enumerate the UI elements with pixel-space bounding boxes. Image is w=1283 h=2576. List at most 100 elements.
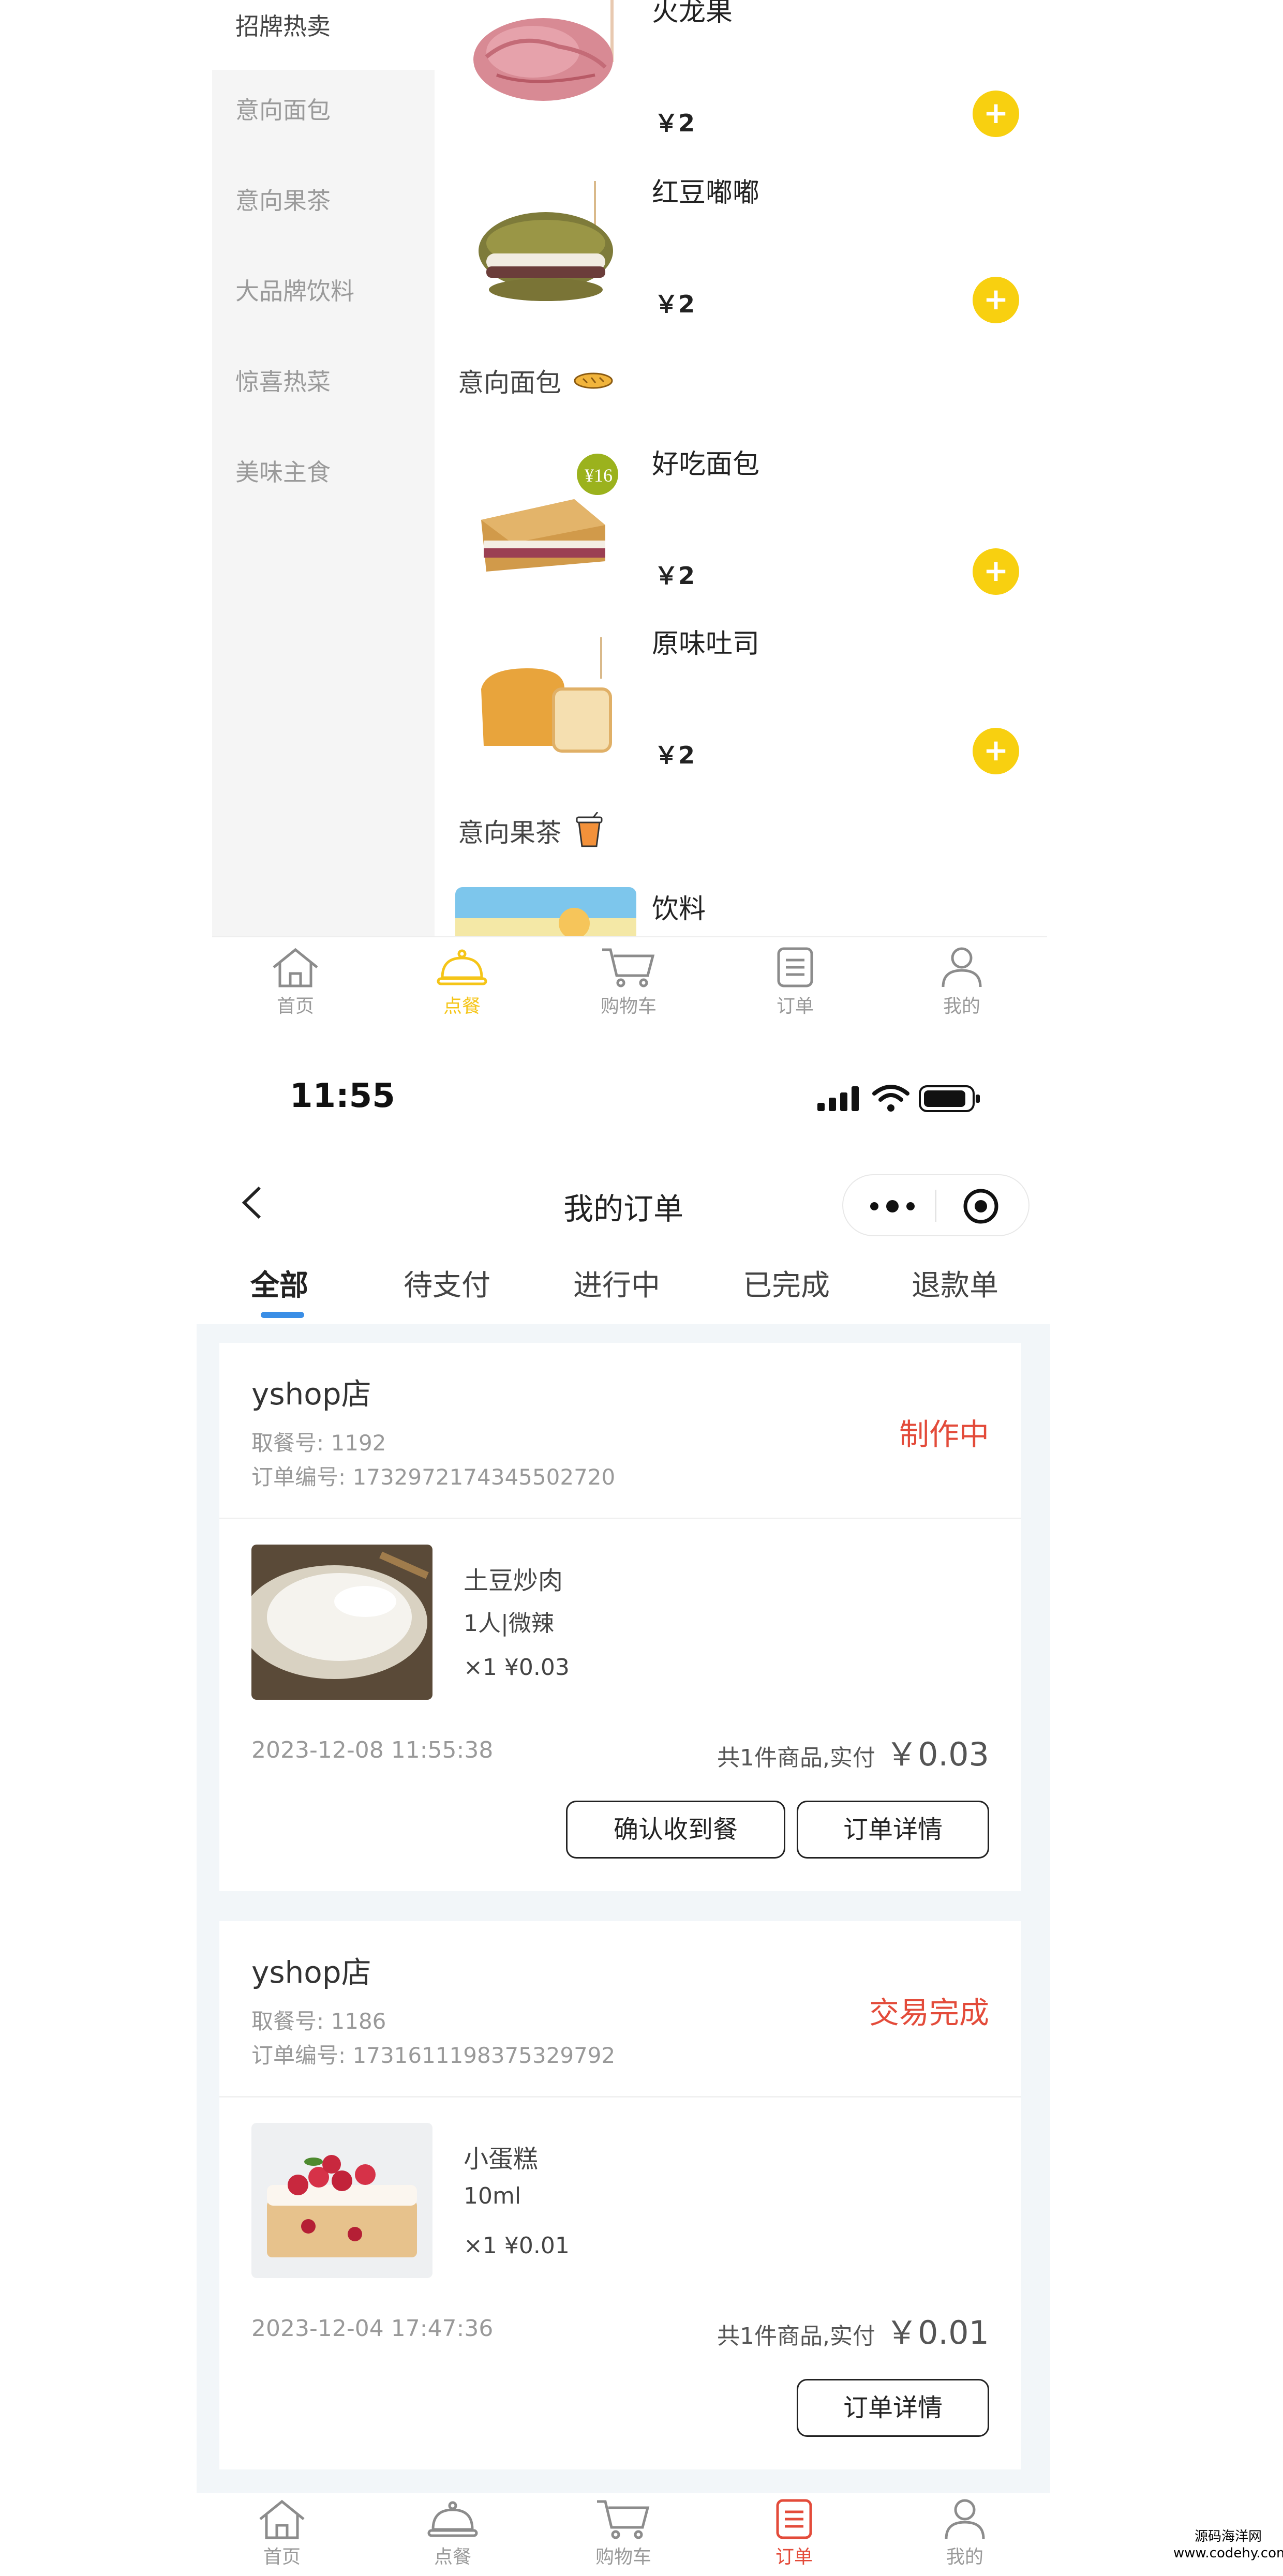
- tab-bar: 首页 点餐 购物车 订单 我的: [212, 936, 1047, 1029]
- cloche-icon: [427, 2501, 478, 2537]
- divider: [219, 1518, 1021, 1519]
- category-item-drinks[interactable]: 大品牌饮料: [212, 244, 435, 335]
- add-to-cart-button[interactable]: +: [973, 728, 1019, 774]
- order-number-label: 订单编号:: [251, 1464, 346, 1490]
- signal-icon: [817, 1086, 859, 1111]
- wifi-icon: [872, 1085, 909, 1112]
- battery-icon: [919, 1085, 980, 1112]
- order-card[interactable]: yshop店 取餐号: 1192 订单编号: 17329721743455027…: [219, 1343, 1021, 1891]
- goods-image: ¥16: [455, 442, 636, 613]
- product-quantity-price: ×1 ¥0.01: [464, 2233, 570, 2259]
- order-summary-text: 共1件商品,实付: [717, 1745, 875, 1771]
- tab-label: 首页: [263, 2547, 301, 2568]
- tab-in-progress[interactable]: 进行中: [573, 1262, 660, 1304]
- tab-orders[interactable]: 订单: [712, 937, 878, 1029]
- order-number: 订单编号: 1732972174345502720: [251, 1460, 615, 1491]
- order-card[interactable]: yshop店 取餐号: 1186 订单编号: 17316111983753297…: [219, 1921, 1021, 2469]
- order-time: 2023-12-04 17:47:36: [251, 2315, 494, 2342]
- product-image: [251, 1545, 432, 1700]
- pickup-value: 1186: [331, 2009, 386, 2034]
- order-list-icon: [777, 947, 813, 987]
- goods-item[interactable]: ¥16 好吃面包 ￥2 +: [455, 442, 1040, 613]
- cloche-icon: [437, 949, 487, 985]
- goods-item[interactable]: 饮料: [455, 887, 1040, 936]
- tab-mine[interactable]: 我的: [878, 937, 1045, 1029]
- user-icon: [945, 2499, 985, 2539]
- tab-order-food[interactable]: 点餐: [379, 937, 545, 1029]
- order-number-label: 订单编号:: [251, 2043, 346, 2068]
- pickup-number: 取餐号: 1186: [251, 2004, 386, 2035]
- watermark: 源码海洋网 www.codehy.com: [1173, 2528, 1283, 2562]
- order-total: ￥0.01: [885, 2314, 989, 2352]
- my-orders-screen: 11:55 我的 订单 全部 待支付 进行中 已完成 退款单 yshop店 取餐号…: [197, 1055, 1050, 2576]
- shop-name: yshop店: [251, 1955, 371, 1990]
- category-item-tea[interactable]: 意向果茶: [212, 154, 435, 244]
- close-target-icon[interactable]: [962, 1188, 999, 1225]
- goods-image: [455, 887, 636, 936]
- goods-name: 好吃面包: [652, 449, 760, 480]
- add-to-cart-button[interactable]: +: [973, 277, 1019, 323]
- order-detail-button[interactable]: 订单详情: [797, 1801, 989, 1859]
- tab-home[interactable]: 首页: [197, 2493, 367, 2576]
- goods-price: ￥2: [654, 562, 695, 590]
- category-item-hot-dishes[interactable]: 惊喜热菜: [212, 335, 435, 425]
- order-summary: 共1件商品,实付 ￥0.03: [717, 1728, 989, 1775]
- goods-item[interactable]: 原味吐司 ￥2 +: [455, 622, 1040, 792]
- tab-label: 我的: [943, 996, 980, 1017]
- tab-bar: 首页 点餐 购物车 订单 我的: [197, 2493, 1050, 2576]
- more-icon[interactable]: [869, 1196, 916, 1217]
- goods-item[interactable]: 火龙果 ￥2 +: [455, 0, 1040, 160]
- cart-icon: [602, 948, 655, 987]
- order-number: 订单编号: 1731611198375329792: [251, 2038, 615, 2070]
- category-item-hot[interactable]: 招牌热卖: [212, 0, 435, 70]
- tab-all[interactable]: 全部: [250, 1262, 308, 1304]
- tab-label: 购物车: [595, 2547, 651, 2568]
- goods-name: 火龙果: [652, 0, 733, 27]
- tab-label: 点餐: [443, 996, 481, 1017]
- category-sidebar: 招牌热卖 意向面包 意向果茶 大品牌饮料 惊喜热菜 美味主食: [212, 0, 435, 936]
- tab-cart[interactable]: 购物车: [545, 937, 712, 1029]
- cart-icon: [597, 2500, 650, 2539]
- tab-completed[interactable]: 已完成: [743, 1262, 830, 1304]
- product-name: 土豆炒肉: [464, 1566, 563, 1595]
- capsule-divider: [935, 1190, 936, 1222]
- product-image: [251, 2123, 432, 2278]
- order-status-tabs: 全部 待支付 进行中 已完成 退款单: [197, 1252, 1050, 1324]
- category-item-bread[interactable]: 意向面包: [212, 63, 435, 154]
- order-time: 2023-12-08 11:55:38: [251, 1737, 494, 1763]
- add-to-cart-button[interactable]: +: [973, 91, 1019, 137]
- confirm-received-button[interactable]: 确认收到餐: [566, 1801, 785, 1859]
- tab-label: 点餐: [434, 2547, 471, 2568]
- goods-item[interactable]: 红豆嘟嘟 ￥2 +: [455, 171, 1040, 341]
- tab-cart[interactable]: 购物车: [538, 2493, 709, 2576]
- order-list: yshop店 取餐号: 1192 订单编号: 17329721743455027…: [197, 1324, 1050, 2493]
- section-title-label: 意向面包: [458, 368, 561, 398]
- order-detail-button[interactable]: 订单详情: [797, 2379, 989, 2437]
- goods-name: 原味吐司: [652, 628, 760, 660]
- section-title-label: 意向果茶: [458, 818, 561, 848]
- goods-name: 红豆嘟嘟: [652, 177, 760, 208]
- tab-refunds[interactable]: 退款单: [912, 1262, 998, 1304]
- goods-image: [455, 622, 636, 792]
- tab-label: 首页: [276, 996, 314, 1017]
- watermark-line2: www.codehy.com: [1173, 2545, 1283, 2561]
- shop-name: yshop店: [251, 1376, 371, 1412]
- home-icon: [273, 948, 318, 987]
- order-number-value: 1732972174345502720: [352, 1464, 616, 1490]
- status-bar: 11:55: [197, 1055, 1050, 1148]
- ordering-screen: 招牌热卖 意向面包 意向果茶 大品牌饮料 惊喜热菜 美味主食 火龙果 ￥2 +: [212, 0, 1047, 1029]
- tab-pending-payment[interactable]: 待支付: [404, 1262, 490, 1304]
- order-status: 制作中: [899, 1417, 989, 1452]
- goods-price: ￥2: [654, 290, 695, 318]
- tab-label: 我的: [946, 2547, 983, 2568]
- tab-home[interactable]: 首页: [212, 937, 379, 1029]
- tab-orders[interactable]: 订单: [709, 2493, 879, 2576]
- bread-icon: [574, 372, 613, 389]
- category-item-staple[interactable]: 美味主食: [212, 425, 435, 516]
- order-status: 交易完成: [869, 1995, 989, 2030]
- tab-order-food[interactable]: 点餐: [367, 2493, 538, 2576]
- order-list-icon: [776, 2499, 812, 2539]
- add-to-cart-button[interactable]: +: [973, 548, 1019, 595]
- tab-label: 订单: [775, 2547, 813, 2568]
- tab-mine[interactable]: 我的: [879, 2493, 1050, 2576]
